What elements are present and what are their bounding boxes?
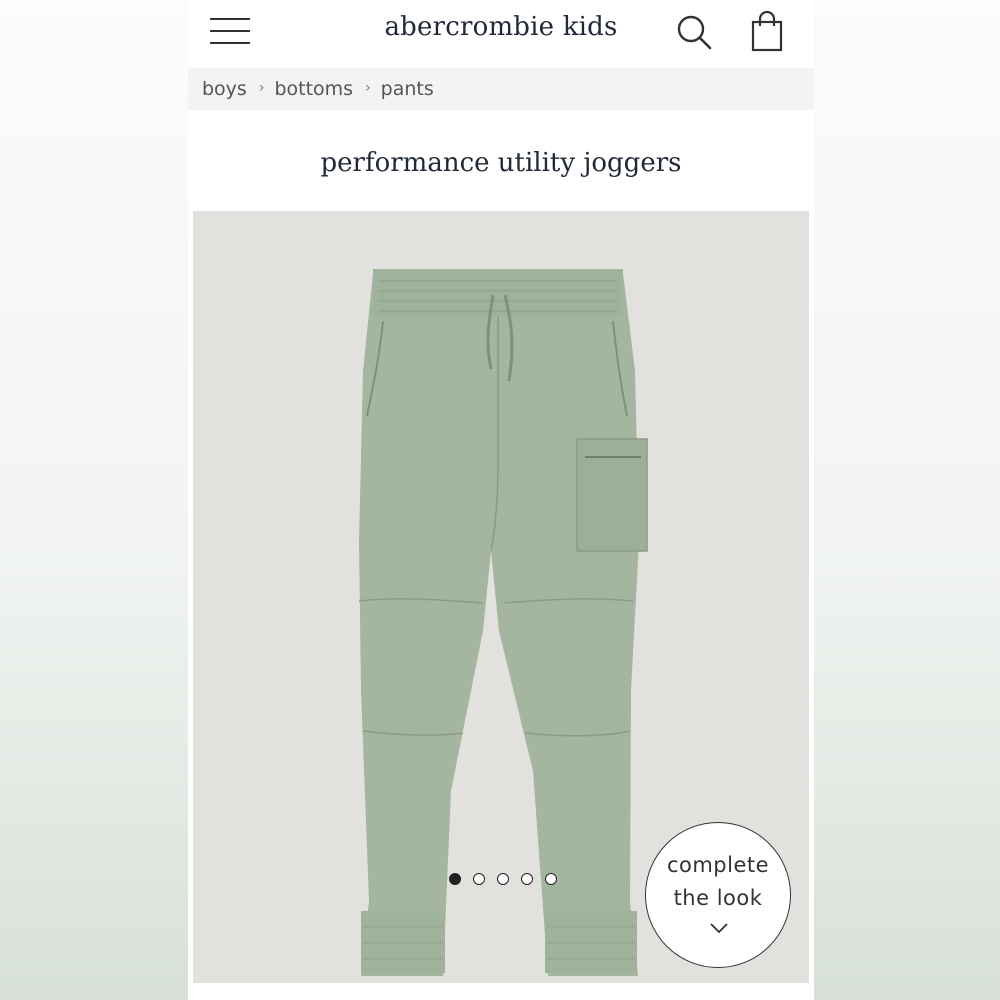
product-image[interactable]: complete the look [193, 211, 809, 983]
carousel-dot-1[interactable] [449, 873, 461, 885]
breadcrumb-pants[interactable]: pants [381, 78, 434, 100]
carousel-dot-3[interactable] [497, 873, 509, 885]
chevron-right-icon: › [258, 80, 265, 96]
search-icon[interactable] [674, 12, 714, 52]
carousel-dot-2[interactable] [473, 873, 485, 885]
carousel-dot-5[interactable] [545, 873, 557, 885]
shopping-bag-icon[interactable] [748, 10, 786, 54]
carousel-dot-4[interactable] [521, 873, 533, 885]
breadcrumb-boys[interactable]: boys [202, 78, 247, 100]
breadcrumb: boys › bottoms › pants [188, 68, 814, 110]
hamburger-menu-icon[interactable] [210, 16, 252, 48]
product-title: performance utility joggers [320, 148, 682, 178]
site-header: abercrombie kids [188, 0, 814, 68]
chevron-down-icon [710, 923, 728, 934]
complete-the-look-label-line2: the look [673, 886, 763, 910]
complete-the-look-button[interactable]: complete the look [645, 822, 791, 968]
chevron-right-icon: › [365, 80, 371, 96]
brand-logo[interactable]: abercrombie kids [348, 12, 654, 42]
image-carousel-dots [449, 873, 557, 885]
complete-the-look-label-line1: complete [666, 853, 770, 877]
breadcrumb-bottoms[interactable]: bottoms [274, 78, 353, 100]
product-page: abercrombie kids boys › bottoms › pants … [188, 0, 814, 1000]
